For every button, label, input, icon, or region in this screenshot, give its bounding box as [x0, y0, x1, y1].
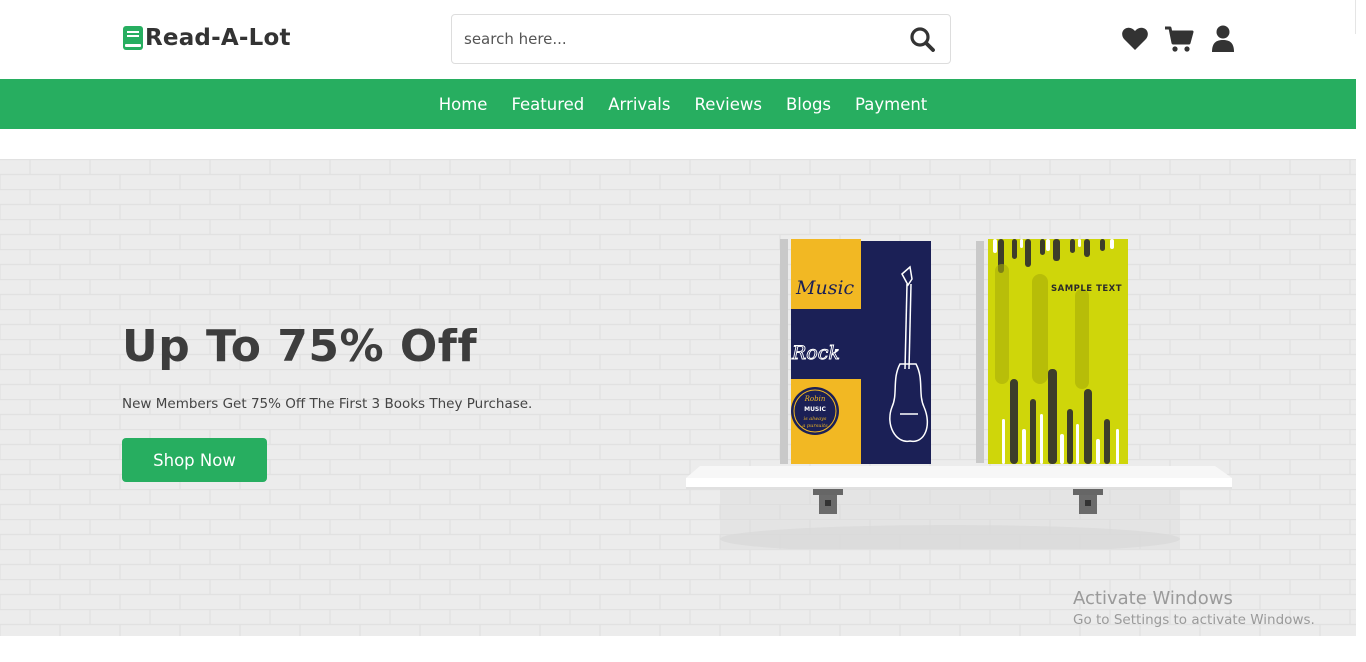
badge-line-2: MUSIC [804, 406, 826, 413]
shop-now-button[interactable]: Shop Now [122, 438, 267, 482]
watermark-title: Activate Windows [1073, 588, 1233, 609]
page-scrollbar[interactable] [1356, 34, 1366, 662]
nav-featured[interactable]: Featured [511, 95, 584, 114]
book-word-music: Music [795, 277, 855, 299]
heart-icon[interactable] [1120, 24, 1150, 54]
books-on-shelf-image: Music Rock Robin MUSIC is always a pursu… [686, 239, 1232, 549]
header-actions [1120, 24, 1252, 54]
site-header: Read-A-Lot [0, 0, 1366, 79]
nav-arrivals[interactable]: Arrivals [608, 95, 670, 114]
window-edge [1355, 0, 1366, 34]
book-icon [123, 26, 143, 50]
nav-home[interactable]: Home [439, 95, 488, 114]
search-icon[interactable] [894, 15, 950, 63]
cart-icon[interactable] [1164, 24, 1194, 54]
main-navbar: Home Featured Arrivals Reviews Blogs Pay… [0, 79, 1366, 129]
badge-line-1: Robin [804, 395, 826, 403]
watermark-subtitle: Go to Settings to activate Windows. [1073, 612, 1315, 628]
nav-payment[interactable]: Payment [855, 95, 927, 114]
search-input[interactable] [452, 15, 894, 63]
book-sample-text: SAMPLE TEXT [1051, 284, 1122, 294]
activate-windows-watermark: Activate Windows Go to Settings to activ… [1073, 588, 1315, 628]
badge-line-3: is always [804, 416, 827, 422]
badge-line-4: a pursuits [802, 423, 828, 429]
hero-title: Up To 75% Off [122, 321, 478, 372]
search-bar [451, 14, 951, 64]
sample-book-cover: SAMPLE TEXT [976, 239, 1128, 464]
book-word-rock: Rock [791, 342, 840, 364]
music-book-cover: Music Rock Robin MUSIC is always a pursu… [780, 239, 931, 464]
nav-blogs[interactable]: Blogs [786, 95, 831, 114]
user-icon[interactable] [1208, 24, 1238, 54]
hero-banner: Up To 75% Off New Members Get 75% Off Th… [0, 159, 1356, 636]
hero-subtitle: New Members Get 75% Off The First 3 Book… [122, 396, 533, 412]
logo[interactable]: Read-A-Lot [122, 22, 291, 54]
logo-text: Read-A-Lot [145, 25, 291, 51]
nav-reviews[interactable]: Reviews [694, 95, 761, 114]
